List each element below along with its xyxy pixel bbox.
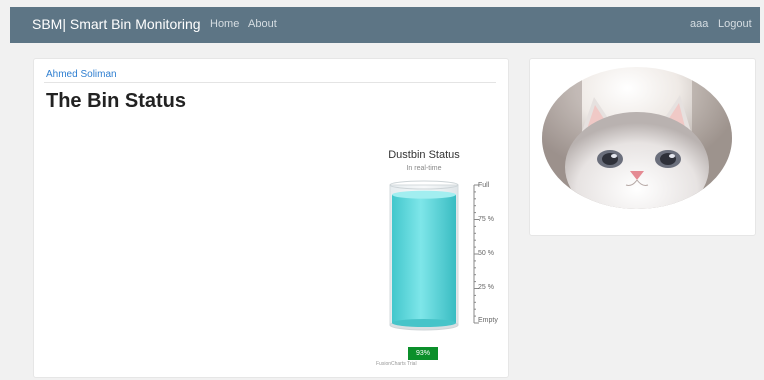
gauge-fill-top	[392, 190, 456, 199]
tick-full: Full	[478, 182, 490, 189]
value-indicator: 93%	[408, 347, 438, 360]
author-link[interactable]: Ahmed Soliman	[46, 69, 117, 80]
gauge-fill	[392, 194, 456, 323]
tick-25: 25 %	[478, 284, 494, 291]
page-title: The Bin Status	[46, 90, 187, 112]
tick-50: 50 %	[478, 250, 494, 257]
divider	[44, 82, 496, 83]
dustbin-gauge	[389, 180, 479, 331]
profile-image-card	[529, 58, 756, 236]
logout-link[interactable]: Logout	[718, 18, 752, 30]
gauge-subtitle: In real-time	[406, 165, 442, 172]
chart-credits[interactable]: FusionCharts Trial	[376, 361, 417, 367]
user-name-link[interactable]: aaa	[690, 18, 708, 30]
gauge-fill-bottom	[392, 319, 456, 327]
top-navbar: SBM| Smart Bin Monitoring Home About aaa…	[10, 7, 760, 43]
tick-empty: Empty	[478, 317, 498, 324]
gauge-title: Dustbin Status	[388, 149, 460, 161]
brand-link[interactable]: SBM| Smart Bin Monitoring	[32, 16, 201, 32]
bin-status-card: Ahmed Soliman The Bin Status Dustbin Sta…	[33, 58, 509, 378]
cat-photo	[542, 67, 732, 209]
nav-about-link[interactable]: About	[248, 18, 277, 30]
tick-75: 75 %	[478, 216, 494, 223]
nav-home-link[interactable]: Home	[210, 18, 239, 30]
